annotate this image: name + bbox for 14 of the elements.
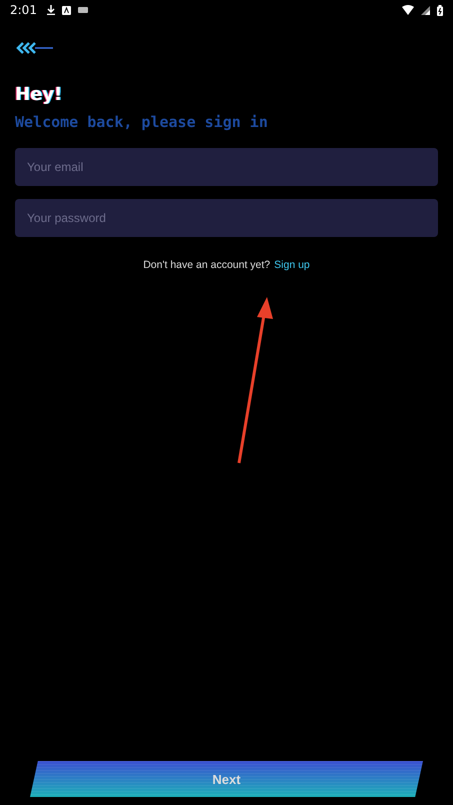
signal-icon <box>421 6 430 14</box>
subtitle: Welcome back, please sign in <box>15 113 268 131</box>
signup-prompt: Don't have an account yet? <box>143 259 270 271</box>
status-time: 2:01 <box>10 3 37 17</box>
signup-link[interactable]: Sign up <box>274 259 310 271</box>
download-icon <box>46 5 55 15</box>
app-icon <box>62 6 71 14</box>
input-field[interactable]: Your email <box>15 148 438 186</box>
chevrons-logo-icon <box>15 42 55 54</box>
notification-icon <box>78 7 88 13</box>
battery-icon <box>437 4 443 16</box>
input-field[interactable]: Your password <box>15 199 438 237</box>
wifi-icon <box>402 5 414 15</box>
greeting-title: Hey! <box>15 84 62 105</box>
